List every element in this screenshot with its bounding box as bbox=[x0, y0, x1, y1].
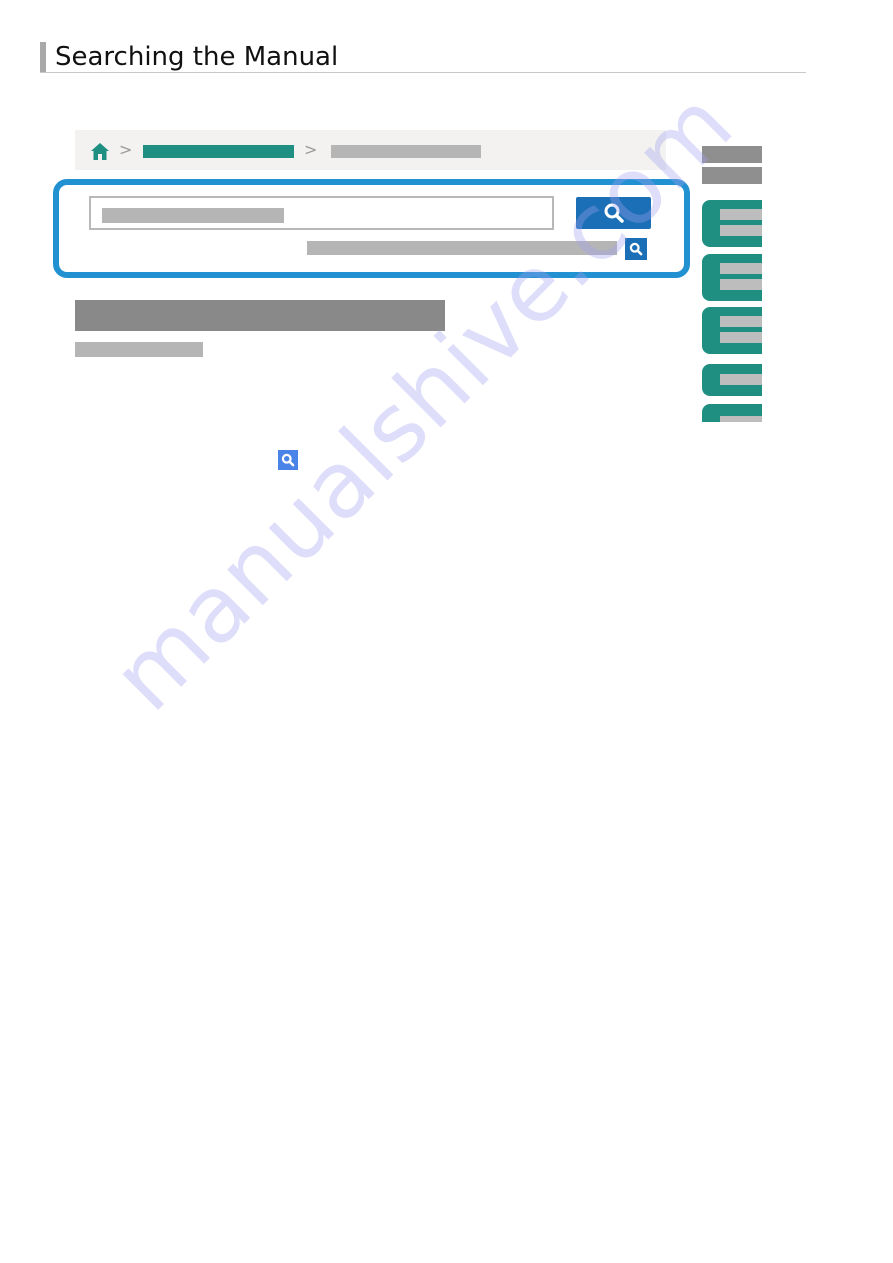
sidebar-card[interactable] bbox=[702, 200, 762, 247]
sidebar-card-line bbox=[720, 279, 762, 290]
breadcrumb: > > bbox=[75, 130, 666, 170]
search-icon bbox=[604, 203, 624, 223]
sidebar-card-line bbox=[720, 225, 762, 236]
heading-accent-bar bbox=[40, 42, 46, 72]
breadcrumb-separator: > bbox=[304, 140, 318, 159]
page-title-placeholder bbox=[75, 300, 445, 331]
sidebar-card[interactable] bbox=[702, 404, 762, 422]
search-area-highlight bbox=[53, 179, 690, 278]
sidebar-card-line bbox=[720, 209, 762, 220]
advanced-search-button[interactable] bbox=[625, 238, 647, 260]
sidebar-gray-item[interactable] bbox=[702, 146, 762, 163]
sidebar-card[interactable] bbox=[702, 307, 762, 354]
sidebar-gray-item[interactable] bbox=[702, 167, 762, 184]
sidebar-card-line bbox=[720, 263, 762, 274]
sidebar-card-line bbox=[720, 332, 762, 343]
sidebar-card-line bbox=[720, 316, 762, 327]
breadcrumb-link-placeholder[interactable] bbox=[143, 145, 294, 158]
search-button[interactable] bbox=[576, 197, 651, 229]
breadcrumb-separator: > bbox=[119, 140, 133, 159]
search-input[interactable] bbox=[89, 196, 554, 230]
sidebar-card-line bbox=[720, 416, 762, 422]
search-placeholder-bar bbox=[102, 208, 284, 223]
search-icon bbox=[278, 450, 298, 470]
sidebar-card[interactable] bbox=[702, 364, 762, 396]
sidebar-card-line bbox=[720, 374, 762, 385]
section-heading: Searching the Manual bbox=[40, 42, 806, 73]
advanced-search-placeholder bbox=[307, 241, 617, 255]
page-subtitle-placeholder bbox=[75, 342, 203, 357]
page-title: Searching the Manual bbox=[55, 42, 339, 72]
home-icon[interactable] bbox=[91, 143, 109, 160]
sidebar-card[interactable] bbox=[702, 254, 762, 301]
breadcrumb-current-placeholder bbox=[331, 145, 481, 158]
search-icon bbox=[629, 242, 643, 256]
sidebar-nav bbox=[702, 144, 762, 422]
